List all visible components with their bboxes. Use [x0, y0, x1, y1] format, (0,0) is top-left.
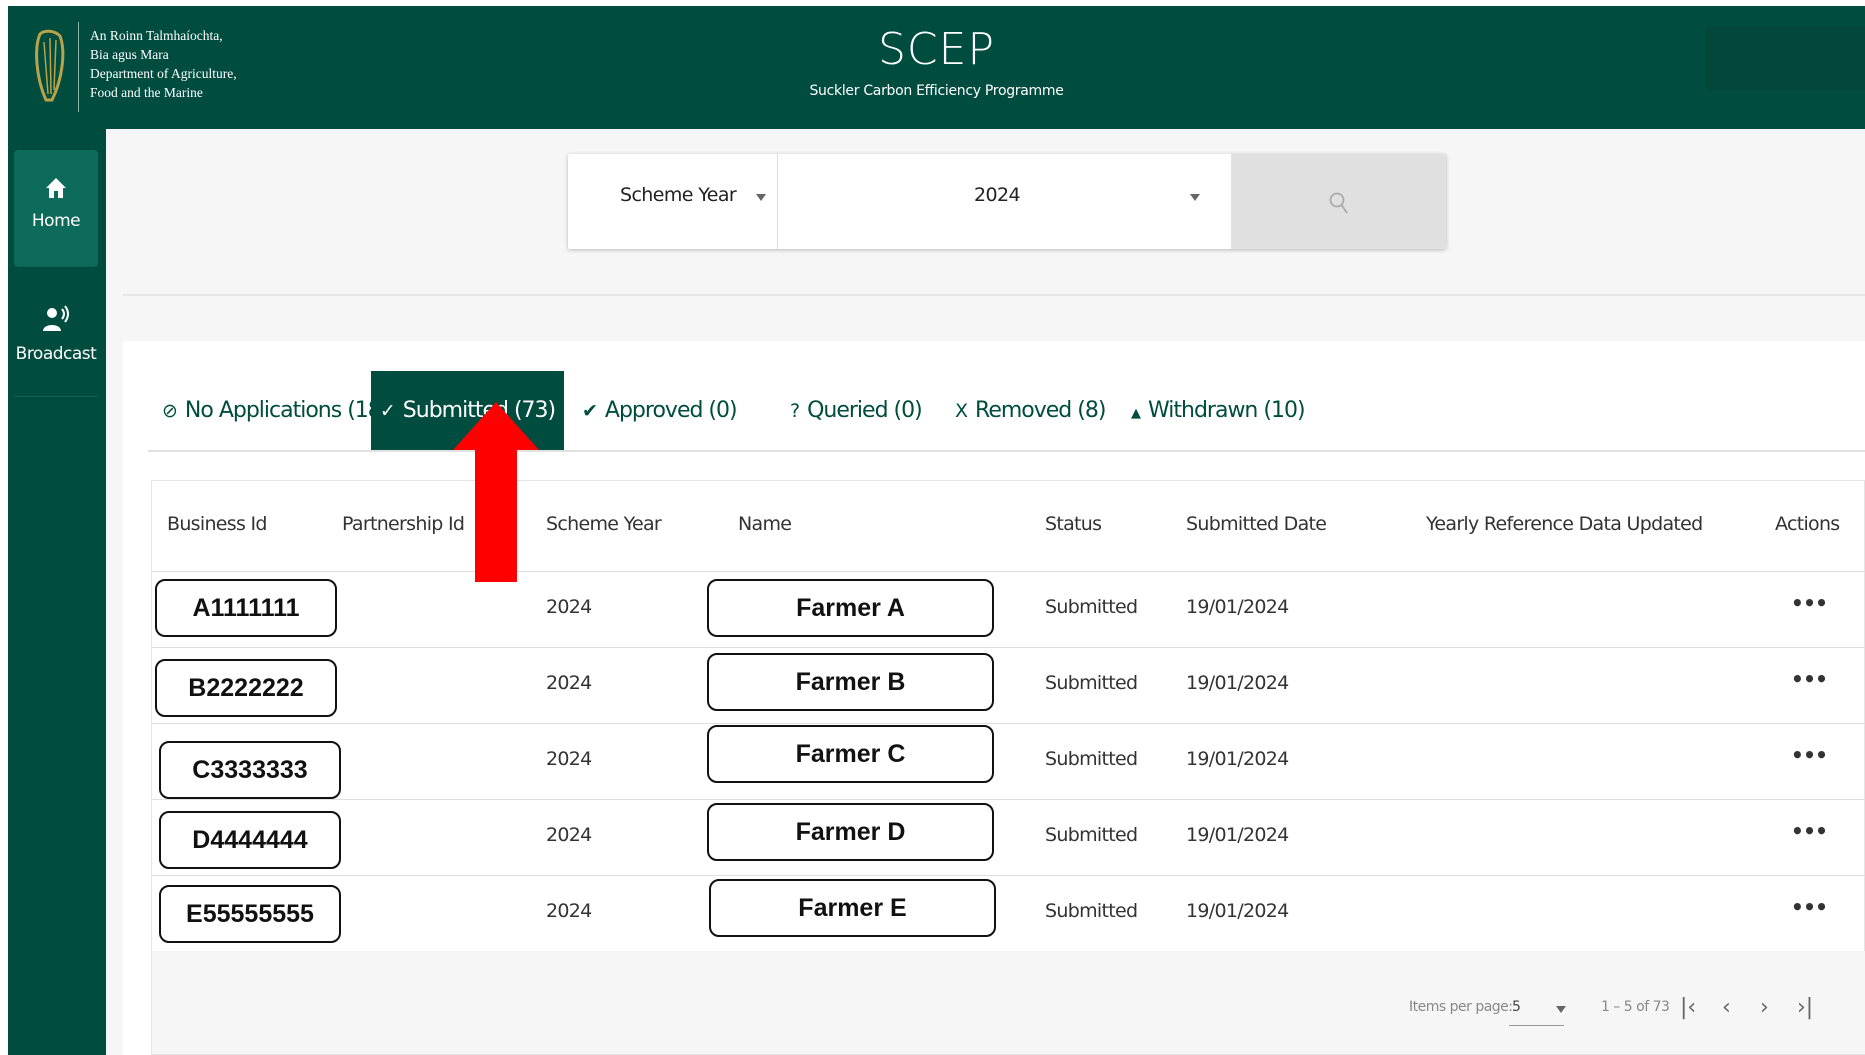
last-page-icon[interactable]: ›|	[1797, 995, 1813, 1020]
tab-label: Withdrawn (10)	[1148, 398, 1306, 423]
tab-removed[interactable]: X Removed (8)	[955, 371, 1106, 450]
applications-table: Business Id Partnership Id Scheme Year N…	[151, 480, 1865, 1055]
tab-approved[interactable]: ✔ Approved (0)	[582, 371, 738, 450]
scheme-year-cell: 2024	[546, 596, 592, 618]
business-id-cell: E55555555	[159, 885, 341, 943]
table-header: Business Id Partnership Id Scheme Year N…	[152, 481, 1865, 572]
search-icon	[1329, 192, 1348, 214]
tab-label: Approved (0)	[604, 398, 738, 423]
items-per-page-select[interactable]: 5	[1512, 999, 1521, 1015]
app-title: SCEP	[878, 24, 995, 75]
name-cell: Farmer B	[707, 653, 994, 711]
scheme-year-cell: 2024	[546, 748, 592, 770]
submitted-date-cell: 19/01/2024	[1186, 824, 1289, 846]
more-actions-icon[interactable]: •••	[1791, 667, 1828, 691]
column-header[interactable]: Scheme Year	[546, 513, 662, 535]
tab-label: Queried (0)	[807, 398, 923, 423]
table-row[interactable]: C3333333 2024 Farmer C Submitted 19/01/2…	[152, 723, 1865, 800]
column-header[interactable]: Business Id	[167, 513, 267, 535]
first-page-icon[interactable]: |‹	[1680, 995, 1696, 1020]
table-row[interactable]: B2222222 2024 Farmer B Submitted 19/01/2…	[152, 647, 1865, 724]
chevron-down-icon	[756, 194, 766, 201]
eject-icon: ▲	[1131, 406, 1141, 421]
no-entry-icon: ⊘	[162, 400, 178, 422]
paginator: Items per page: 5 1 – 5 of 73 |‹ ‹ › ›|	[152, 951, 1865, 1054]
chevron-down-icon	[1556, 1006, 1566, 1013]
more-actions-icon[interactable]: •••	[1791, 591, 1828, 615]
column-header[interactable]: Partnership Id	[342, 513, 465, 535]
sidebar-item-home[interactable]: Home	[14, 150, 98, 267]
name-cell: Farmer D	[707, 803, 994, 861]
sidebar: Home Broadcast	[8, 129, 106, 1055]
close-icon: X	[955, 400, 968, 422]
more-actions-icon[interactable]: •••	[1791, 819, 1828, 843]
check-icon: ✓	[379, 400, 396, 422]
user-area[interactable]	[1706, 26, 1865, 90]
name-cell: Farmer A	[707, 579, 994, 637]
broadcast-icon	[43, 305, 69, 331]
page-range: 1 – 5 of 73	[1601, 999, 1670, 1015]
table-row[interactable]: A1111111 2024 Farmer A Submitted 19/01/2…	[152, 571, 1865, 648]
column-header[interactable]: Submitted Date	[1186, 513, 1327, 535]
submitted-date-cell: 19/01/2024	[1186, 672, 1289, 694]
app-subtitle: Suckler Carbon Efficiency Programme	[809, 83, 1064, 99]
search-button[interactable]	[1231, 154, 1446, 249]
chevron-down-icon	[1190, 194, 1200, 201]
business-id-cell: C3333333	[159, 741, 341, 799]
submitted-date-cell: 19/01/2024	[1186, 748, 1289, 770]
submitted-date-cell: 19/01/2024	[1186, 900, 1289, 922]
scheme-year-value: 2024	[974, 184, 1021, 206]
business-id-cell: A1111111	[155, 579, 337, 637]
filter-bar: Scheme Year 2024	[568, 154, 1446, 249]
app-header: An Roinn Talmhaíochta, Bia agus Mara Dep…	[8, 6, 1865, 129]
filter-field-value: Scheme Year	[620, 184, 737, 206]
status-cell: Submitted	[1045, 596, 1138, 618]
tab-label: Removed (8)	[975, 398, 1106, 423]
app-frame: An Roinn Talmhaíochta, Bia agus Mara Dep…	[8, 6, 1865, 1055]
divider	[123, 294, 1865, 296]
table-row[interactable]: D4444444 2024 Farmer D Submitted 19/01/2…	[152, 799, 1865, 876]
name-cell: Farmer E	[709, 879, 996, 937]
status-tabs: ⊘ No Applications (185) ✓ Submitted (73) ✔…	[148, 371, 1865, 452]
scheme-year-cell: 2024	[546, 824, 592, 846]
tab-queried[interactable]: ? Queried (0)	[790, 371, 923, 450]
status-cell: Submitted	[1045, 900, 1138, 922]
select-underline	[1509, 1025, 1564, 1026]
column-header[interactable]: Name	[738, 513, 792, 535]
sidebar-item-label: Broadcast	[15, 344, 97, 364]
tab-withdrawn[interactable]: ▲ Withdrawn (10)	[1131, 371, 1306, 450]
name-cell: Farmer C	[707, 725, 994, 783]
home-icon	[46, 178, 66, 198]
scheme-year-cell: 2024	[546, 672, 592, 694]
submitted-date-cell: 19/01/2024	[1186, 596, 1289, 618]
business-id-cell: B2222222	[155, 659, 337, 717]
status-cell: Submitted	[1045, 672, 1138, 694]
previous-page-icon[interactable]: ‹	[1722, 995, 1731, 1020]
business-id-cell: D4444444	[159, 811, 341, 869]
table-row[interactable]: E55555555 2024 Farmer E Submitted 19/01/…	[152, 875, 1865, 952]
column-header: Actions	[1775, 513, 1840, 535]
more-actions-icon[interactable]: •••	[1791, 895, 1828, 919]
red-arrow-annotation	[453, 402, 539, 582]
sidebar-item-label: Home	[31, 211, 81, 231]
filter-field-select[interactable]: Scheme Year	[568, 154, 778, 249]
tab-no-applications[interactable]: ⊘ No Applications (185)	[162, 371, 402, 450]
status-cell: Submitted	[1045, 748, 1138, 770]
scheme-year-cell: 2024	[546, 900, 592, 922]
scheme-year-select[interactable]: 2024	[778, 154, 1221, 249]
sidebar-item-broadcast[interactable]: Broadcast	[14, 279, 98, 397]
column-header[interactable]: Status	[1045, 513, 1102, 535]
tab-label: No Applications (185)	[184, 398, 402, 423]
items-per-page-label: Items per page:	[1409, 999, 1513, 1015]
status-cell: Submitted	[1045, 824, 1138, 846]
more-actions-icon[interactable]: •••	[1791, 743, 1828, 767]
next-page-icon[interactable]: ›	[1760, 995, 1769, 1020]
question-icon: ?	[790, 400, 800, 422]
column-header[interactable]: Yearly Reference Data Updated	[1426, 513, 1703, 535]
double-check-icon: ✔	[582, 400, 598, 422]
